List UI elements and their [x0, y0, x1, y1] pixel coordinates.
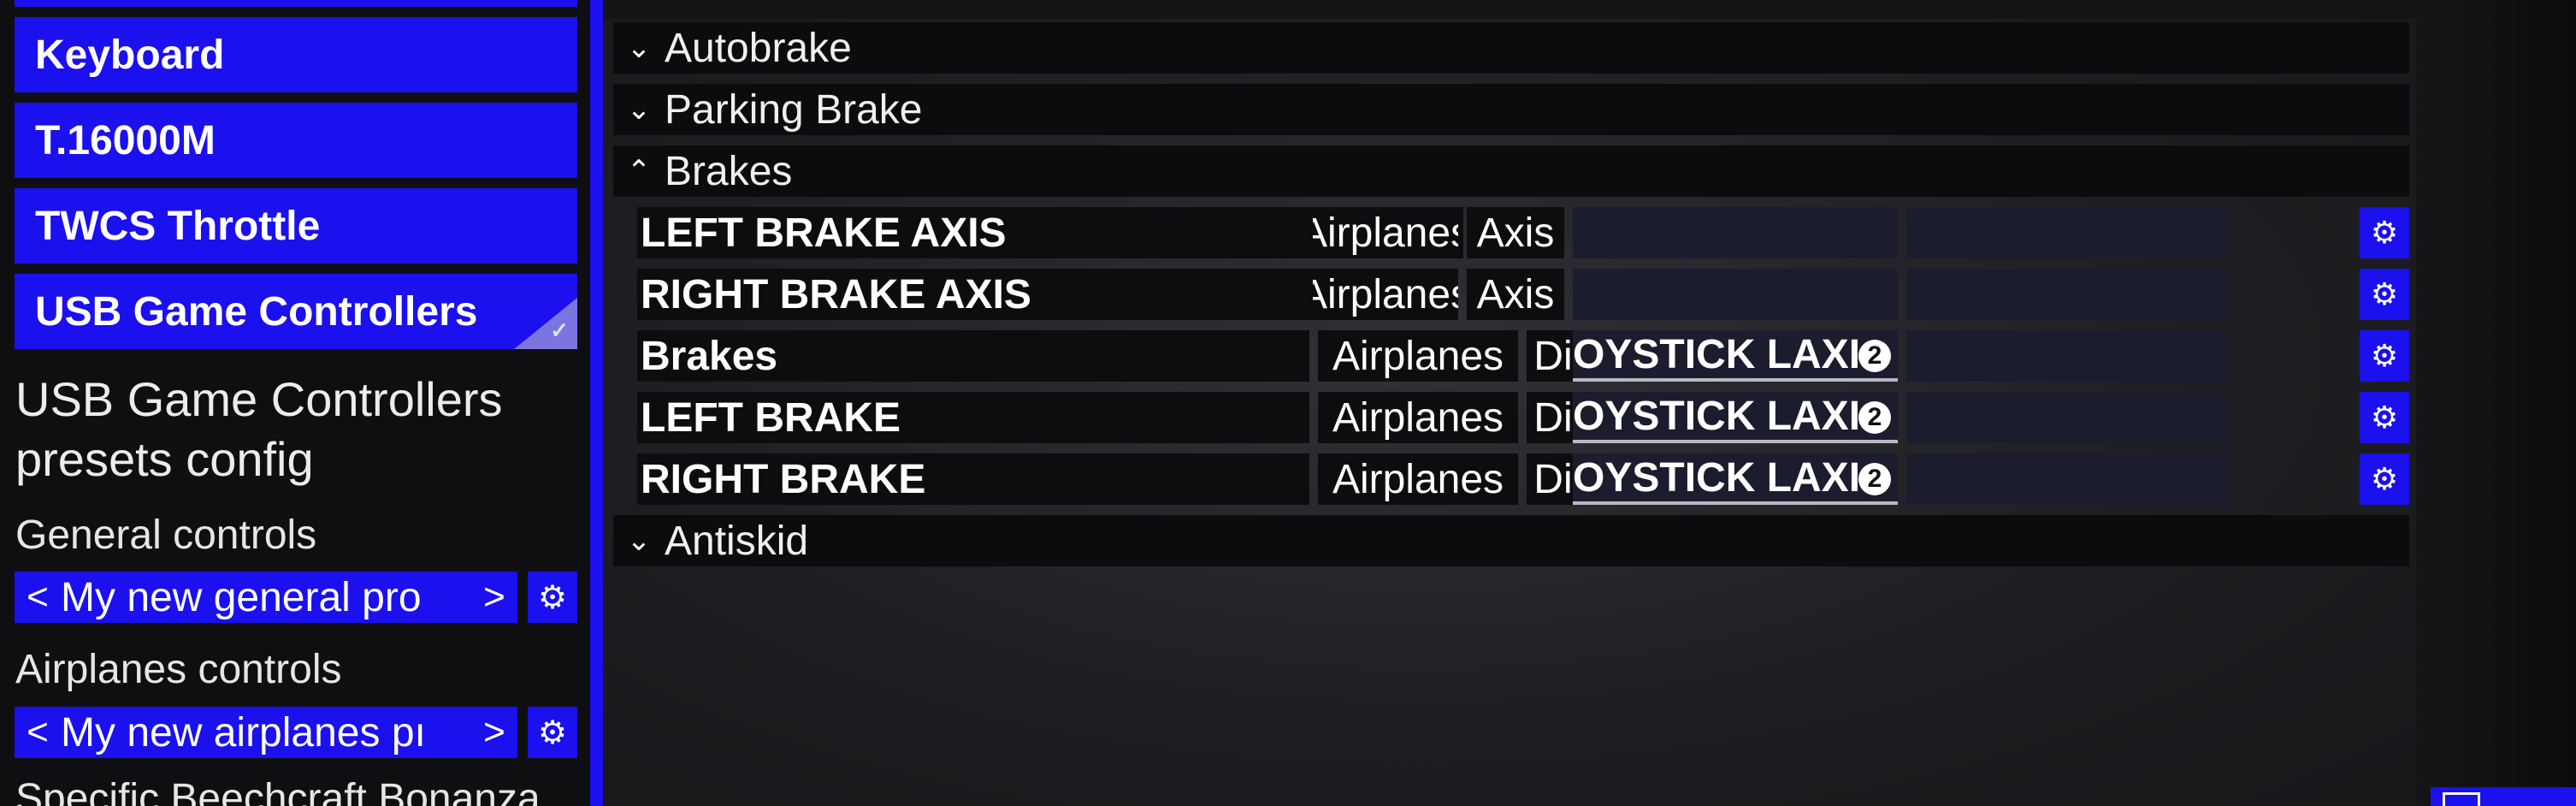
category-parking-brake[interactable]: ⌄ Parking Brake	[613, 84, 2409, 135]
binding-context-label: Airplanes	[1313, 207, 1458, 258]
binding-slot-label: OYSTICK LAXI	[1573, 331, 1861, 377]
binding-settings-button[interactable]: ⚙	[2360, 330, 2409, 382]
gear-icon: ⚙	[2370, 338, 2399, 373]
previous-preset-arrow-icon[interactable]: <	[15, 711, 61, 754]
gear-icon: ⚙	[2370, 276, 2399, 311]
general-preset-selector[interactable]: < My new general pro >	[15, 572, 517, 623]
keyboard-key-icon	[2443, 792, 2480, 806]
chevron-down-icon: ⌄	[626, 93, 652, 126]
device-label: USB Game Controllers	[35, 288, 478, 335]
binding-slot-secondary[interactable]	[1906, 207, 2228, 258]
gear-icon: ⚙	[2370, 400, 2399, 435]
category-label: Parking Brake	[665, 86, 923, 133]
airplanes-preset-name: My new airplanes pı	[61, 709, 426, 756]
airplanes-preset-gear-button[interactable]: ⚙	[528, 707, 577, 758]
device-label: TWCS Throttle	[35, 203, 321, 249]
binding-settings-button[interactable]: ⚙	[2360, 207, 2409, 258]
general-preset-gear-button[interactable]: ⚙	[528, 572, 577, 623]
binding-context-label: Airplanes	[1313, 269, 1458, 320]
binding-slot-secondary[interactable]	[1906, 453, 2228, 505]
chevron-down-icon: ⌄	[626, 32, 652, 64]
presets-config-title: USB Game Controllers presets config	[15, 372, 503, 486]
device-item-t16000m[interactable]: T.16000M	[15, 103, 577, 178]
next-preset-arrow-icon[interactable]: >	[471, 576, 517, 619]
binding-row-right-brake[interactable]: RIGHT BRAKE Airplanes Digital OYSTICK LA…	[637, 453, 2409, 505]
device-item-partial[interactable]	[15, 0, 577, 7]
binding-slot-primary[interactable]	[1573, 269, 1898, 320]
binding-count-badge: 2	[1858, 401, 1891, 434]
airplanes-controls-label: Airplanes controls	[15, 647, 342, 692]
device-label: T.16000M	[35, 117, 216, 163]
previous-preset-arrow-icon[interactable]: <	[15, 576, 61, 619]
binding-slot-primary[interactable]: OYSTICK LAXI 2	[1573, 453, 1898, 505]
category-label: Antiskid	[665, 518, 809, 564]
binding-action-name: Brakes	[637, 330, 1309, 382]
gear-icon: ⚙	[537, 714, 568, 751]
binding-action-name: RIGHT BRAKE AXIS	[637, 269, 1368, 320]
binding-row-right-brake-axis[interactable]: RIGHT BRAKE AXIS Airplanes Axis ⚙	[637, 269, 2409, 320]
device-sidebar: Keyboard T.16000M TWCS Throttle USB Game…	[0, 0, 590, 806]
gear-icon: ⚙	[2370, 461, 2399, 496]
category-label: Autobrake	[665, 25, 852, 71]
category-partial	[603, 0, 2416, 19]
checkmark-icon: ✓	[550, 317, 569, 343]
general-controls-label: General controls	[15, 513, 317, 558]
device-label: Keyboard	[35, 32, 225, 78]
binding-slot-secondary[interactable]	[1906, 269, 2228, 320]
chevron-down-icon: ⌄	[626, 524, 652, 557]
general-preset-name: My new general pro	[61, 574, 422, 620]
gear-icon: ⚙	[537, 579, 568, 616]
binding-settings-button[interactable]: ⚙	[2360, 392, 2409, 443]
bindings-panel: ⌄ Autobrake ⌄ Parking Brake ⌃ Brakes LEF…	[603, 0, 2416, 806]
binding-settings-button[interactable]: ⚙	[2360, 453, 2409, 505]
device-item-usb-game-controllers[interactable]: USB Game Controllers ✓	[15, 274, 577, 349]
binding-count-badge: 2	[1858, 463, 1891, 495]
binding-settings-button[interactable]: ⚙	[2360, 269, 2409, 320]
binding-type: Axis	[1467, 207, 1564, 258]
chevron-up-icon: ⌃	[626, 155, 652, 187]
binding-slot-label: OYSTICK LAXI	[1573, 393, 1861, 439]
binding-row-left-brake-axis[interactable]: LEFT BRAKE AXIS Airplanes Axis ⚙	[637, 207, 2409, 258]
binding-slot-primary[interactable]: OYSTICK LAXI 2	[1573, 392, 1898, 443]
binding-context-label: Airplanes	[1318, 453, 1518, 505]
category-brakes[interactable]: ⌃ Brakes	[613, 145, 2409, 197]
binding-slot-primary[interactable]	[1573, 207, 1898, 258]
binding-row-left-brake[interactable]: LEFT BRAKE Airplanes Digital OYSTICK LAX…	[637, 392, 2409, 443]
binding-slot-label: OYSTICK LAXI	[1573, 454, 1861, 501]
binding-context-label: Airplanes	[1318, 330, 1518, 382]
binding-slot-primary[interactable]: OYSTICK LAXI 2	[1573, 330, 1898, 382]
device-item-twcs-throttle[interactable]: TWCS Throttle	[15, 188, 577, 264]
binding-type: Axis	[1467, 269, 1564, 320]
binding-action-name: LEFT BRAKE	[637, 392, 1309, 443]
binding-action-name: LEFT BRAKE AXIS	[637, 207, 1368, 258]
airplanes-preset-selector[interactable]: < My new airplanes pı >	[15, 707, 517, 758]
next-preset-arrow-icon[interactable]: >	[471, 711, 517, 754]
gear-icon: ⚙	[2370, 215, 2399, 250]
binding-context-label: Airplanes	[1318, 392, 1518, 443]
sidebar-accent-bar	[590, 0, 603, 806]
device-item-keyboard[interactable]: Keyboard	[15, 17, 577, 92]
right-side-panel	[2416, 0, 2576, 806]
binding-action-name: RIGHT BRAKE	[637, 453, 1309, 505]
binding-slot-secondary[interactable]	[1906, 392, 2228, 443]
help-button[interactable]	[2431, 787, 2576, 806]
specific-aircraft-label: Specific Beechcraft Bonanza	[15, 776, 541, 806]
category-label: Brakes	[665, 148, 793, 194]
binding-count-badge: 2	[1858, 340, 1891, 372]
category-autobrake[interactable]: ⌄ Autobrake	[613, 22, 2409, 74]
category-antiskid[interactable]: ⌄ Antiskid	[613, 515, 2409, 566]
binding-row-brakes[interactable]: Brakes Airplanes Digital OYSTICK LAXI 2 …	[637, 330, 2409, 382]
binding-slot-secondary[interactable]	[1906, 330, 2228, 382]
